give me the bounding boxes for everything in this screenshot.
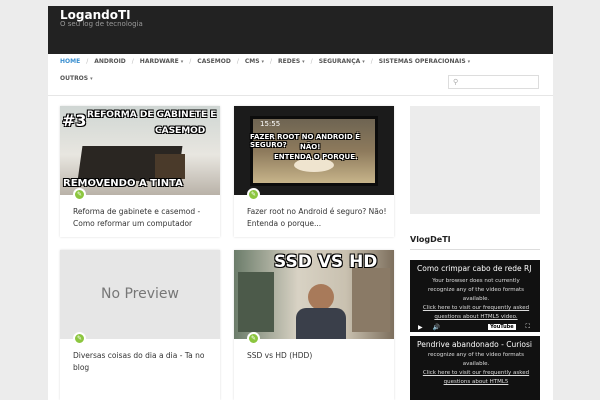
nav-item-label: CMS [244, 58, 260, 65]
thumb-text: NÃO! [300, 143, 321, 151]
search-icon[interactable]: ⚲ [453, 78, 458, 86]
video-player[interactable]: Pendrive abandonado - Curiosi recognize … [410, 336, 540, 400]
search-input[interactable] [462, 77, 534, 87]
chevron-down-icon: ▾ [467, 58, 471, 65]
nav-separator: / [131, 58, 134, 65]
video-fallback-message: recognize any of the video formats avail… [420, 351, 532, 387]
post-card[interactable]: 15:55 FAZER ROOT NO ANDROID É SEGURO? NÃ… [234, 106, 394, 237]
nav-separator: / [370, 58, 373, 65]
nav-item-sistemas-operacionais[interactable]: SISTEMAS OPERACIONAIS ▾ [379, 57, 470, 66]
youtube-logo[interactable]: YouTube [488, 324, 516, 330]
video-faq-link[interactable]: Click here to visit our frequently asked… [420, 304, 532, 322]
nav-separator: / [189, 58, 192, 65]
post-thumbnail[interactable]: No Preview [60, 250, 220, 339]
thumb-text-number: #3 [62, 111, 87, 130]
post-title[interactable]: Diversas coisas do dia a dia - Ta no blo… [73, 350, 213, 374]
main-navigation: HOME / ANDROID / HARDWARE ▾ / CASEMOD / CMS ▾ / REDE… [48, 54, 553, 96]
nav-item-hardware[interactable]: HARDWARE ▾ [140, 57, 184, 66]
shelf-shape [352, 268, 390, 332]
thumb-text: ENTENDA O PORQUE. [274, 153, 358, 161]
post-thumbnail[interactable]: 15:55 FAZER ROOT NO ANDROID É SEGURO? NÃ… [234, 106, 394, 195]
nav-separator: / [310, 58, 313, 65]
volume-icon[interactable]: 🔊 [433, 324, 440, 331]
post-title[interactable]: Fazer root no Android é seguro? Não! Ent… [247, 206, 387, 230]
cabinet-side-shape [155, 154, 185, 179]
post-title[interactable]: SSD vs HD (HDD) [247, 350, 387, 362]
nav-item-label: HARDWARE [139, 58, 179, 65]
video-title[interactable]: Como crimpar cabo de rede RJ [417, 264, 531, 273]
page-wrapper: LogandoTI O seu log de tecnologia HOME / A… [48, 6, 553, 400]
post-card[interactable]: #3 REFORMA DE GABINETE E CASEMOD REMOVEN… [60, 106, 220, 237]
video-controls: ▶ 🔊 YouTube ⛶ [410, 322, 540, 332]
post-title[interactable]: Reforma de gabinete e casemod - Como ref… [73, 206, 213, 230]
nav-menu: HOME / ANDROID / HARDWARE ▾ / CASEMOD / CMS ▾ / REDE… [60, 57, 480, 83]
pencil-icon: ✎ [247, 188, 260, 201]
thumb-text: CASEMOD [155, 126, 206, 136]
nav-item-label: OUTROS [60, 75, 89, 82]
video-faq-link[interactable]: Click here to visit our frequently asked… [420, 369, 532, 387]
post-card[interactable]: SSD VS HD ✎ SSD vs HD (HDD) [234, 250, 394, 400]
video-title[interactable]: Pendrive abandonado - Curiosi [417, 340, 532, 349]
site-header: LogandoTI O seu log de tecnologia [48, 6, 553, 54]
nav-item-label: CASEMOD [197, 58, 231, 65]
widget-title: VlogDeTI [410, 235, 451, 244]
nav-separator: / [86, 58, 89, 65]
video-fallback-message: Your browser does not currently recogniz… [420, 277, 532, 322]
nav-item-android[interactable]: ANDROID [94, 57, 126, 66]
nav-separator: / [236, 58, 239, 65]
pencil-icon: ✎ [247, 332, 260, 345]
nav-separator: / [270, 58, 273, 65]
shelf-shape [238, 272, 274, 332]
nav-item-home[interactable]: HOME [60, 57, 80, 66]
clock-text: 15:55 [260, 120, 281, 128]
sidebar-ad-box [410, 106, 540, 214]
nav-item-casemod[interactable]: CASEMOD [197, 57, 231, 66]
post-thumbnail[interactable]: #3 REFORMA DE GABINETE E CASEMOD REMOVEN… [60, 106, 220, 195]
fullscreen-icon[interactable]: ⛶ [526, 323, 530, 331]
nav-item-label: SEGURANÇA [318, 58, 361, 65]
person-head-shape [308, 284, 334, 310]
thumb-text: SSD VS HD [274, 252, 378, 272]
person-body-shape [296, 308, 346, 339]
play-icon[interactable]: ▶ [418, 324, 423, 331]
video-player[interactable]: Como crimpar cabo de rede RJ Your browse… [410, 260, 540, 332]
nav-item-label: HOME [60, 58, 81, 65]
nav-item-outros[interactable]: OUTROS ▾ [60, 74, 93, 83]
nav-item-segurança[interactable]: SEGURANÇA ▾ [319, 57, 365, 66]
nav-item-label: ANDROID [94, 58, 126, 65]
nav-item-label: REDES [278, 58, 301, 65]
post-card[interactable]: No Preview ✎ Diversas coisas do dia a di… [60, 250, 220, 400]
chevron-down-icon: ▾ [90, 75, 93, 82]
thumb-text: REFORMA DE GABINETE E [87, 110, 217, 120]
nav-item-label: SISTEMAS OPERACIONAIS [378, 58, 466, 65]
nav-item-redes[interactable]: REDES ▾ [278, 57, 305, 66]
widget-divider [410, 249, 540, 250]
site-description: O seu log de tecnologia [60, 20, 143, 28]
pencil-icon: ✎ [73, 188, 86, 201]
thumb-text: FAZER ROOT NO ANDROID É SEGURO? [250, 133, 360, 149]
search-box[interactable]: ⚲ [448, 75, 539, 89]
nav-item-cms[interactable]: CMS ▾ [245, 57, 264, 66]
post-thumbnail[interactable]: SSD VS HD [234, 250, 394, 339]
no-preview-label: No Preview [101, 286, 179, 302]
video-message-text: Your browser does not currently recogniz… [427, 278, 525, 302]
video-message-text: recognize any of the video formats avail… [427, 352, 525, 367]
pencil-icon: ✎ [73, 332, 86, 345]
